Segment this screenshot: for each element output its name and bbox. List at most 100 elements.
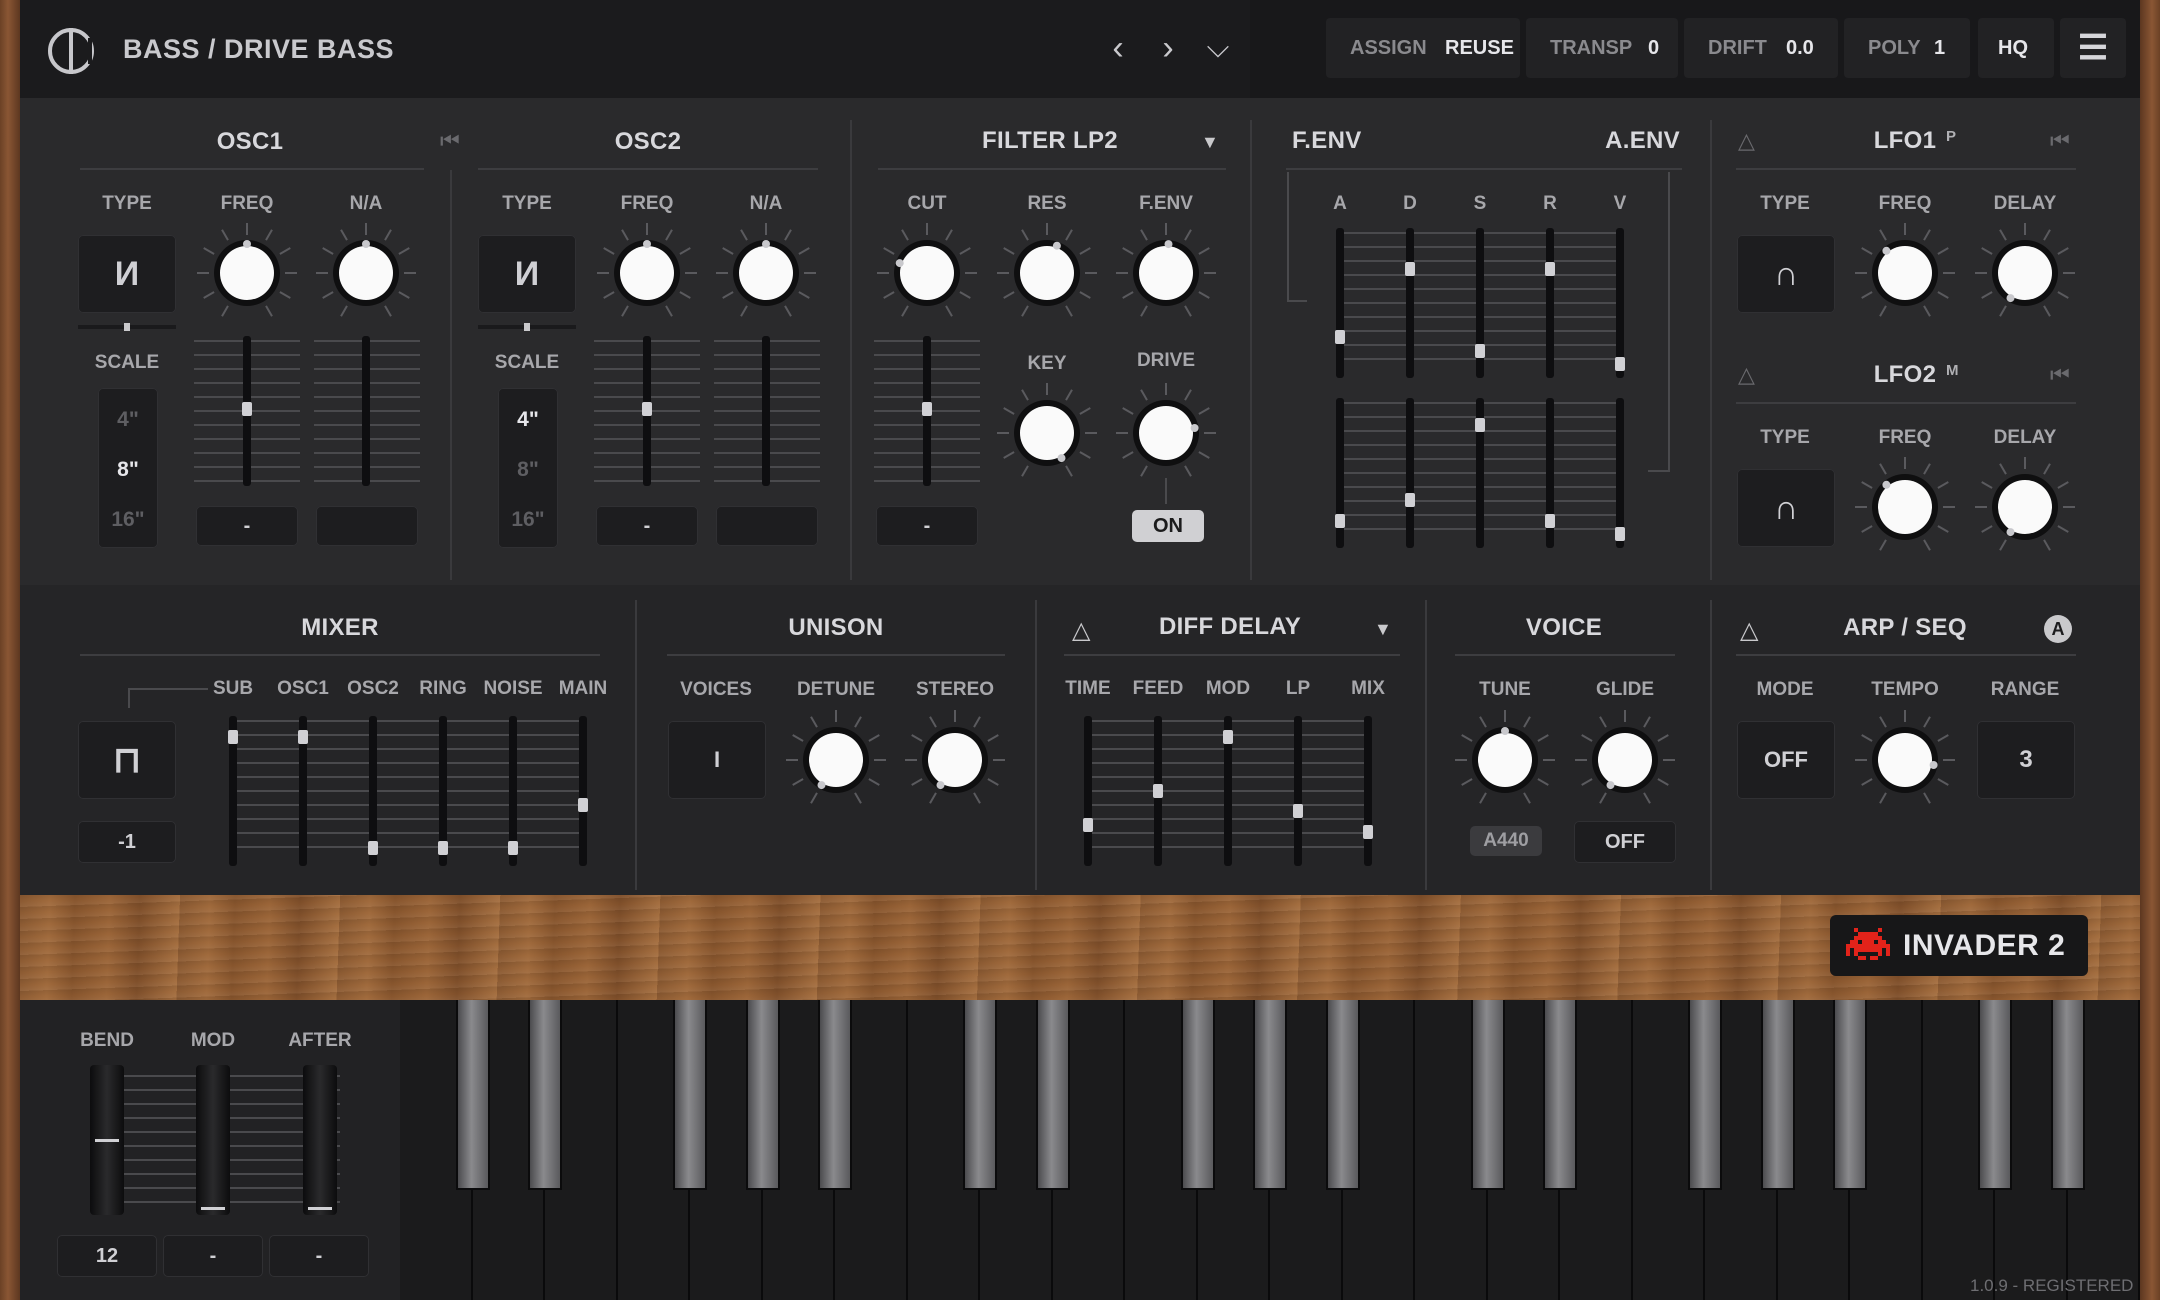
black-key[interactable] (528, 1000, 562, 1190)
osc1-freq-fader[interactable] (242, 336, 252, 486)
lfo2-type-button[interactable]: ∩ (1737, 469, 1835, 547)
arp-mode-button[interactable]: OFF (1737, 721, 1835, 799)
mixer-fader-thumb[interactable] (368, 841, 378, 856)
poly-control[interactable]: POLY 1 (1844, 18, 1970, 78)
hq-button[interactable]: HQ (1978, 18, 2054, 78)
delay-fader-thumb[interactable] (1293, 804, 1303, 819)
scale-option[interactable]: 8" (498, 458, 558, 482)
osc1-type-slider[interactable] (78, 323, 176, 331)
fenv-fader[interactable] (1405, 228, 1415, 378)
fenv-fader-thumb[interactable] (1475, 343, 1485, 358)
keyboard[interactable] (400, 1000, 2140, 1300)
lfo1-sync-icon[interactable]: △ (1738, 128, 1755, 154)
aenv-fader-thumb[interactable] (1545, 513, 1555, 528)
osc2-freq-knob[interactable] (592, 218, 702, 328)
mod-wheel[interactable] (196, 1065, 230, 1215)
delay-fader-thumb[interactable] (1153, 784, 1163, 798)
transp-control[interactable]: TRANSP 0 (1526, 18, 1678, 78)
brand-badge[interactable]: INVADER 2 (1830, 915, 2088, 976)
arp-tempo-knob[interactable] (1850, 705, 1960, 815)
black-key[interactable] (2050, 1000, 2085, 1190)
lfo1-reset-icon[interactable]: ⏮ (2050, 128, 2070, 154)
fenv-fader[interactable] (1335, 228, 1345, 378)
lfo1-freq-knob[interactable] (1850, 218, 1960, 328)
scale-option[interactable]: 4" (498, 408, 558, 432)
lfo2-reset-icon[interactable]: ⏮ (2050, 362, 2070, 388)
filter-cut-knob[interactable] (872, 218, 982, 328)
next-preset-icon[interactable]: › (1148, 26, 1188, 70)
prev-preset-icon[interactable]: ‹ (1098, 26, 1138, 70)
osc1-freq-knob[interactable] (192, 218, 302, 328)
lfo2-sync-icon[interactable]: △ (1738, 362, 1755, 388)
black-key[interactable] (963, 1000, 997, 1190)
filter-dropdown-icon[interactable]: ▼ (1201, 132, 1219, 153)
black-key[interactable] (673, 1000, 707, 1190)
unison-detune-knob[interactable] (781, 705, 891, 815)
voice-tune-knob[interactable] (1450, 705, 1560, 815)
aenv-fader[interactable] (1615, 398, 1625, 548)
fenv-fader[interactable] (1615, 228, 1625, 378)
osc1-na-knob[interactable] (311, 218, 421, 328)
fenv-fader-thumb[interactable] (1545, 262, 1555, 276)
pitch-bend-wheel[interactable] (90, 1065, 124, 1215)
fenv-fader-thumb[interactable] (1615, 357, 1625, 372)
black-key[interactable] (1688, 1000, 1722, 1190)
osc2-scale-selector[interactable]: 4" 8" 16" (498, 388, 558, 548)
arp-sync-icon[interactable]: △ (1740, 616, 1758, 645)
mixer-fader-thumb[interactable] (298, 729, 308, 744)
osc2-freq-fader[interactable] (642, 336, 652, 486)
osc1-na-value[interactable] (316, 506, 418, 546)
unison-stereo-knob[interactable] (900, 705, 1010, 815)
black-key[interactable] (1253, 1000, 1287, 1190)
mixer-fader-thumb[interactable] (578, 797, 588, 812)
bend-range-value[interactable]: 12 (57, 1235, 157, 1277)
scale-option[interactable]: 4" (98, 408, 158, 432)
delay-fader-thumb[interactable] (1223, 729, 1233, 744)
preset-name[interactable]: BASS / DRIVE BASS (123, 34, 394, 65)
filter-cut-value[interactable]: - (876, 506, 978, 546)
osc1-na-fader[interactable] (362, 336, 370, 486)
aenv-fader[interactable] (1475, 398, 1485, 548)
logo-icon[interactable] (48, 28, 94, 74)
scale-option[interactable]: 16" (98, 508, 158, 532)
mixer-fader[interactable] (578, 716, 588, 866)
aftertouch-wheel[interactable] (303, 1065, 337, 1215)
black-key[interactable] (1833, 1000, 1867, 1190)
delay-fader-thumb[interactable] (1363, 824, 1373, 839)
osc2-type-slider[interactable] (478, 323, 576, 331)
black-key[interactable] (1325, 1000, 1360, 1190)
osc2-type-button[interactable]: И (478, 235, 576, 313)
black-key[interactable] (1543, 1000, 1577, 1190)
sub-octave-value[interactable]: -1 (78, 821, 176, 863)
delay-fader[interactable] (1083, 716, 1093, 866)
mixer-fader[interactable] (508, 716, 518, 866)
filter-title[interactable]: FILTER LP2 (940, 127, 1160, 155)
mixer-fader[interactable] (298, 716, 308, 866)
black-key[interactable] (1470, 1000, 1505, 1190)
aenv-fader[interactable] (1405, 398, 1415, 548)
arp-range-button[interactable]: 3 (1977, 721, 2075, 799)
voice-glide-knob[interactable] (1570, 705, 1680, 815)
delay-fader[interactable] (1223, 716, 1233, 866)
after-value[interactable]: - (269, 1235, 369, 1277)
black-key[interactable] (745, 1000, 780, 1190)
lfo2-freq-knob[interactable] (1850, 452, 1960, 562)
drift-control[interactable]: DRIFT 0.0 (1684, 18, 1838, 78)
mixer-fader[interactable] (228, 716, 238, 866)
osc1-type-button[interactable]: И (78, 235, 176, 313)
fenv-fader[interactable] (1545, 228, 1555, 378)
osc1-reset-icon[interactable]: ⏮ (440, 128, 460, 154)
menu-icon[interactable]: ☰ (2060, 18, 2126, 78)
delay-fader-thumb[interactable] (1083, 818, 1093, 832)
osc1-freq-value[interactable]: - (196, 506, 298, 546)
mixer-fader-thumb[interactable] (508, 841, 518, 856)
osc2-na-fader[interactable] (762, 336, 770, 486)
mixer-fader-thumb[interactable] (228, 729, 238, 744)
mod-value[interactable]: - (163, 1235, 263, 1277)
scale-option[interactable]: 8" (98, 458, 158, 482)
delay-dropdown-icon[interactable]: ▼ (1374, 619, 1392, 640)
filter-key-knob[interactable] (992, 378, 1102, 488)
arp-auto-icon[interactable]: A (2044, 615, 2072, 643)
fenv-fader-thumb[interactable] (1335, 330, 1345, 344)
voice-tune-reference[interactable]: A440 (1470, 826, 1542, 856)
